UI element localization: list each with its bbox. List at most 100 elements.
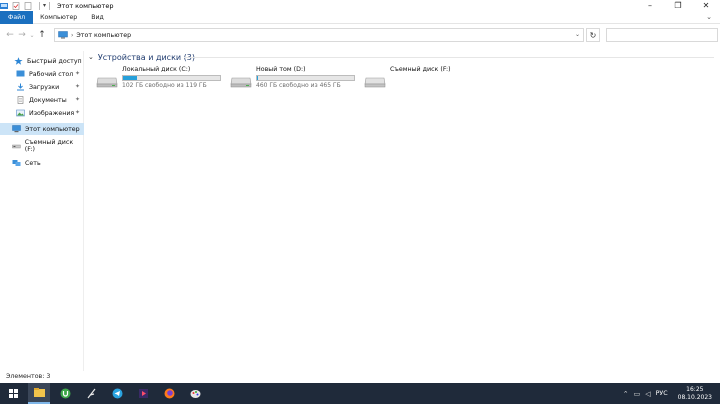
search-input[interactable] (606, 28, 718, 42)
sidebar-item-pictures[interactable]: Изображения ✦ (0, 107, 84, 119)
toolbar-separator (39, 1, 40, 10)
taskbar-media-button[interactable] (132, 383, 154, 404)
arrow-right-icon: → (18, 30, 26, 40)
title-bar: ▾ Этот компьютер – ❐ ✕ (0, 0, 720, 11)
navigation-pane: Быстрый доступ Рабочий стол ✦ Загрузки ✦… (0, 51, 84, 371)
paint-icon (190, 390, 200, 398)
telegram-icon (112, 388, 122, 399)
media-player-icon (138, 389, 148, 398)
maximize-button[interactable]: ❐ (664, 0, 692, 11)
properties-icon[interactable] (12, 1, 20, 10)
arrow-left-icon: ← (6, 30, 14, 40)
arrow-up-icon: ↑ (38, 30, 46, 40)
explorer-window: ▾ Этот компьютер – ❐ ✕ Файл Компьютер Ви… (0, 0, 720, 383)
refresh-icon: ↻ (589, 30, 597, 40)
minimize-button[interactable]: – (636, 0, 664, 11)
image-icon (16, 109, 25, 117)
up-button[interactable]: ↑ (36, 28, 48, 42)
tab-file[interactable]: Файл (0, 10, 34, 24)
new-folder-icon[interactable] (24, 1, 32, 10)
input-language-indicator[interactable]: РУС (656, 390, 668, 397)
group-title: Устройства и диски (3) (97, 52, 195, 62)
drive-name: Съемный диск (F:) (390, 66, 451, 73)
taskbar-app-button[interactable] (80, 383, 102, 404)
tab-computer[interactable]: Компьютер (33, 11, 84, 24)
minimize-icon: – (648, 1, 652, 10)
utorrent-icon (60, 388, 70, 399)
expand-ribbon-chevron-icon[interactable]: ⌄ (706, 13, 712, 21)
volume-icon[interactable]: ◁ (645, 390, 650, 398)
sidebar-item-label: Документы (29, 96, 67, 104)
star-icon (14, 57, 23, 65)
hard-drive-icon (96, 77, 118, 88)
drive-free-space: 102 ГБ свободно из 119 ГБ (122, 82, 207, 89)
computer-icon (58, 31, 68, 39)
network-status-icon[interactable]: ▭ (634, 390, 641, 398)
show-hidden-icons-chevron-icon[interactable]: ⌃ (623, 390, 629, 398)
drive-tile-d[interactable]: Новый том (D:) 460 ГБ свободно из 465 ГБ (230, 66, 358, 92)
pin-icon[interactable]: ✦ (75, 83, 80, 90)
taskbar-paint-button[interactable] (184, 383, 206, 404)
pin-icon[interactable]: ✦ (75, 96, 80, 103)
tab-view[interactable]: Вид (84, 11, 111, 24)
drive-usage-bar (122, 75, 221, 81)
hard-drive-icon (230, 77, 252, 88)
explorer-app-icon[interactable] (0, 2, 8, 10)
sidebar-item-label: Съемный диск (F:) (24, 139, 74, 153)
document-icon (17, 96, 24, 104)
forward-button[interactable]: → (16, 28, 28, 42)
sidebar-item-desktop[interactable]: Рабочий стол ✦ (0, 68, 84, 80)
toolbar-separator (49, 1, 51, 10)
sidebar-item-label: Быстрый доступ (27, 57, 82, 65)
windows-logo-icon (8, 389, 18, 398)
taskbar: ⌃ ▭ ◁ РУС 16:25 08.10.2023 (0, 383, 720, 404)
drive-name: Локальный диск (C:) (122, 66, 191, 73)
address-history-chevron-icon[interactable]: ⌄ (575, 31, 580, 38)
chevron-down-icon[interactable]: ⌄ (88, 53, 94, 61)
customize-toolbar-chevron-icon[interactable]: ▾ (43, 2, 46, 9)
window-controls: – ❐ ✕ (636, 0, 720, 11)
sidebar-item-downloads[interactable]: Загрузки ✦ (0, 81, 84, 93)
group-divider (184, 57, 714, 58)
ribbon-tabs: Файл Компьютер Вид ⌄ (0, 10, 720, 24)
status-bar-item-count: Элементов: 3 (6, 373, 51, 380)
sidebar-item-documents[interactable]: Документы ✦ (0, 94, 84, 106)
pin-icon[interactable]: ✦ (75, 109, 80, 116)
sidebar-item-label: Рабочий стол (29, 70, 74, 78)
sidebar-item-this-pc[interactable]: Этот компьютер (0, 123, 84, 135)
drive-usage-fill (123, 76, 137, 80)
firefox-icon (164, 388, 174, 399)
drive-tile-c[interactable]: Локальный диск (C:) 102 ГБ свободно из 1… (96, 66, 224, 92)
close-button[interactable]: ✕ (692, 0, 720, 11)
computer-icon (12, 125, 21, 133)
chevron-down-icon: ⌄ (29, 31, 35, 39)
breadcrumb-separator-icon[interactable]: › (71, 32, 73, 39)
taskbar-telegram-button[interactable] (106, 383, 128, 404)
recent-locations-button[interactable]: ⌄ (28, 28, 36, 42)
taskbar-firefox-button[interactable] (158, 383, 180, 404)
refresh-button[interactable]: ↻ (586, 28, 600, 42)
removable-drive-icon (364, 77, 386, 88)
clock-date: 08.10.2023 (677, 393, 712, 401)
breadcrumb-this-pc[interactable]: Этот компьютер (76, 32, 131, 39)
window-title: Этот компьютер (57, 1, 114, 10)
network-icon (12, 160, 21, 166)
sidebar-item-removable-drive[interactable]: Съемный диск (F:) (0, 139, 84, 153)
taskbar-torrent-button[interactable] (54, 383, 76, 404)
taskbar-clock[interactable]: 16:25 08.10.2023 (678, 386, 712, 402)
clock-time: 16:25 (686, 385, 704, 393)
feather-icon (87, 388, 95, 399)
sidebar-item-quick-access[interactable]: Быстрый доступ (0, 55, 84, 67)
folder-icon (33, 388, 45, 397)
download-icon (17, 83, 24, 91)
taskbar-explorer-button[interactable] (28, 383, 50, 404)
pin-icon[interactable]: ✦ (75, 70, 80, 77)
start-button[interactable] (2, 383, 24, 404)
back-button[interactable]: ← (4, 28, 16, 42)
sidebar-item-network[interactable]: Сеть (0, 157, 84, 169)
devices-group-header[interactable]: ⌄ Устройства и диски (3) (88, 52, 195, 62)
address-bar[interactable]: › Этот компьютер ⌄ (54, 28, 584, 42)
sidebar-item-label: Загрузки (29, 83, 60, 91)
drive-tile-f[interactable]: Съемный диск (F:) (364, 66, 464, 92)
quick-access-toolbar: ▾ (0, 0, 53, 11)
